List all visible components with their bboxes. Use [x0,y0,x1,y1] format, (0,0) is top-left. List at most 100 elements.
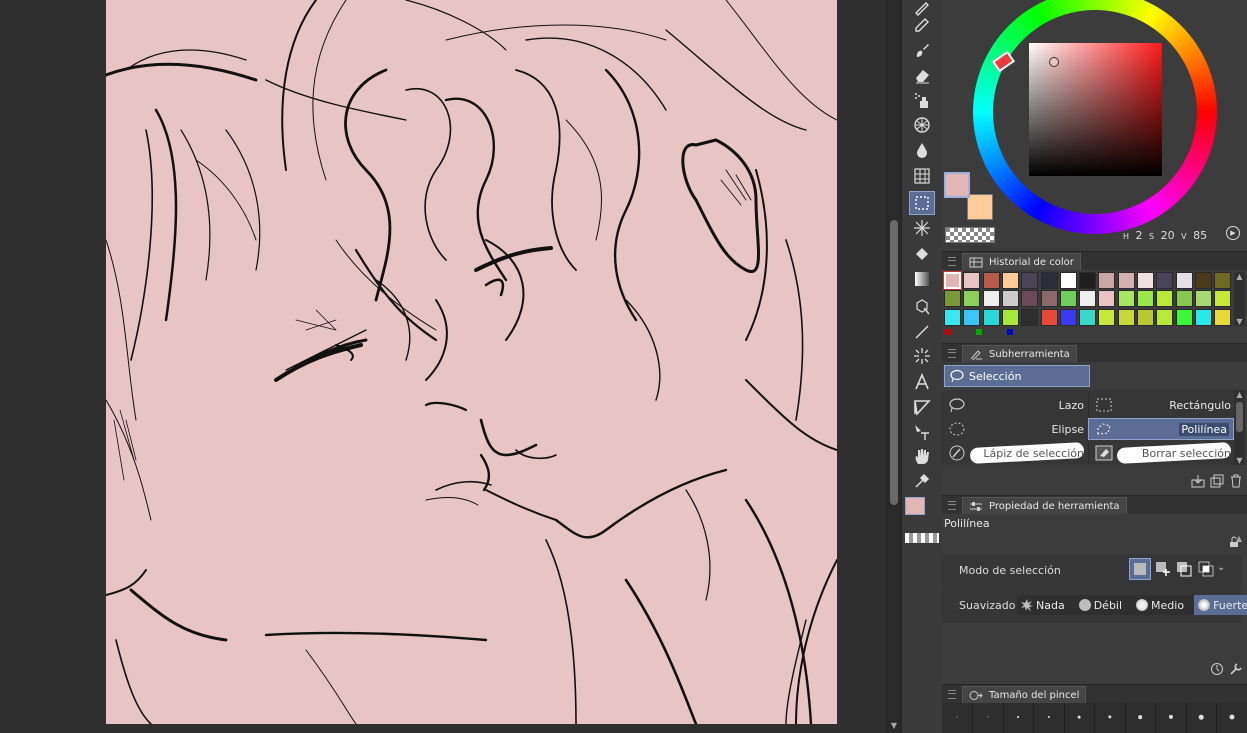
subtract-selection-icon[interactable] [1173,558,1195,580]
subtool-rectangulo[interactable]: Rectángulo [1088,394,1235,416]
color-history-swatch[interactable] [963,308,981,326]
duplicate-subtool-icon[interactable] [1208,472,1226,490]
color-history-swatch[interactable] [1059,290,1077,308]
saturation-value[interactable]: 20 [1161,229,1175,242]
tab-tool-property[interactable]: Propiedad de herramienta [962,497,1127,515]
tool-property-scrollbar[interactable]: ▲ [1233,534,1245,624]
3d-operation-icon[interactable] [910,296,934,318]
color-picker-marker[interactable] [1049,57,1059,67]
color-history-swatch[interactable] [1059,308,1077,326]
color-history-swatch[interactable] [1079,308,1097,326]
auto-select-icon[interactable] [910,217,934,239]
color-history-swatch[interactable] [1098,308,1116,326]
subtool-polilinea[interactable]: Polilínea [1088,418,1234,440]
figure-icon[interactable] [910,345,934,367]
scroll-up-icon[interactable]: ▲ [1234,272,1245,281]
smoothing-option-medio[interactable]: Medio [1132,595,1188,615]
brush-size-cell[interactable] [1003,703,1034,733]
toolbar-transparent-color[interactable] [905,533,939,543]
brush-size-cell[interactable] [1064,703,1095,733]
color-history-swatch[interactable] [1040,272,1058,289]
brush-size-cell[interactable] [1125,703,1156,733]
color-history-swatch[interactable] [1156,308,1174,326]
tab-brush-size[interactable]: Tamaño del pincel [962,686,1087,704]
add-selection-icon[interactable] [1152,558,1174,580]
color-history-swatch[interactable] [1214,272,1232,289]
subtool-lazo[interactable]: Lazo [942,394,1088,416]
color-history-swatch[interactable] [1214,308,1232,326]
smoothing-option-nada[interactable]: Nada [1017,595,1069,615]
eraser-icon[interactable] [910,64,934,86]
color-history-swatch[interactable] [1194,290,1212,308]
color-history-swatch[interactable] [963,290,981,308]
color-history-swatch[interactable] [1001,272,1019,289]
color-history-swatch[interactable] [1079,272,1097,289]
text-icon[interactable] [910,371,934,393]
selection-mode-dropdown-icon[interactable]: ⌄ [1217,562,1229,576]
reset-tool-icon[interactable] [1208,660,1226,678]
balloon-icon[interactable] [910,421,934,443]
color-history-swatch[interactable] [1021,290,1039,308]
smoothing-option-debil[interactable]: Débil [1075,595,1126,615]
color-history-swatch[interactable] [982,308,1000,326]
scroll-down-icon[interactable]: ▼ [1234,317,1245,326]
brush-size-cell[interactable] [1186,703,1217,733]
hand-icon[interactable] [910,445,934,467]
grid-icon[interactable] [910,165,934,187]
subtool-borrar-seleccion[interactable]: Borrar selección [1088,442,1235,464]
scroll-down-arrow-icon[interactable]: ▼ [889,721,899,731]
import-subtool-icon[interactable] [1189,472,1207,490]
panel-grip-icon[interactable] [948,690,956,699]
scrollbar-thumb[interactable] [890,220,898,505]
play-icon[interactable]: ▶ [1226,226,1240,240]
color-history-swatch[interactable] [1001,308,1019,326]
color-history-swatch[interactable] [963,272,981,289]
panel-grip-icon[interactable] [948,349,956,358]
color-history-swatch[interactable] [1117,272,1135,289]
color-history-swatch[interactable] [982,272,1000,289]
fill-icon[interactable] [910,243,934,265]
color-history-swatch[interactable] [1137,308,1154,326]
eyedropper-icon[interactable] [910,470,934,492]
brush-size-cell[interactable] [1095,703,1126,733]
color-history-swatch[interactable] [1117,308,1135,326]
color-history-swatch[interactable] [1175,308,1193,326]
sub-color-swatch[interactable] [967,194,993,220]
tab-color-history[interactable]: Historial de color [962,253,1081,271]
panel-grip-icon[interactable] [948,257,956,266]
color-history-swatch[interactable] [1175,272,1193,289]
panel-grip-icon[interactable] [948,501,956,510]
color-history-swatch[interactable] [1001,290,1019,308]
brush-icon[interactable] [910,39,934,61]
scroll-up-icon[interactable]: ▲ [1233,534,1245,543]
color-history-swatch[interactable] [1194,272,1212,289]
color-history-scrollbar[interactable]: ▲ ▼ [1234,272,1245,326]
brush-size-cell[interactable] [973,703,1004,733]
airbrush-icon[interactable] [910,89,934,111]
delete-subtool-icon[interactable] [1227,472,1245,490]
tab-subtool[interactable]: Subherramienta [962,345,1077,363]
scrollbar-thumb[interactable] [1236,402,1243,432]
scroll-up-icon[interactable]: ▲ [1234,390,1245,399]
new-selection-icon[interactable] [1129,558,1151,580]
subtool-elipse[interactable]: Elipse [942,418,1088,440]
brush-size-cell[interactable] [1034,703,1065,733]
color-history-swatch[interactable] [1021,272,1039,289]
color-history-swatch[interactable] [1040,290,1058,308]
transparent-color-swatch[interactable] [945,227,995,243]
scroll-down-icon[interactable]: ▼ [1234,456,1245,465]
brush-size-cell[interactable] [942,703,973,733]
line-icon[interactable] [910,321,934,343]
brush-size-cell[interactable] [1156,703,1187,733]
color-history-swatch[interactable] [1040,308,1058,326]
color-history-swatch[interactable] [1156,290,1174,308]
subtool-lapiz-de-seleccion[interactable]: Lápiz de selección [942,442,1088,464]
selection-icon[interactable] [909,191,935,215]
color-history-swatch[interactable] [1098,272,1116,289]
value-value[interactable]: 85 [1193,229,1207,242]
color-history-swatch[interactable] [944,290,961,308]
tool-settings-icon[interactable] [1227,660,1245,678]
color-history-swatch[interactable] [943,271,962,290]
color-history-swatch[interactable] [1021,308,1039,326]
color-history-swatch[interactable] [1117,290,1135,308]
